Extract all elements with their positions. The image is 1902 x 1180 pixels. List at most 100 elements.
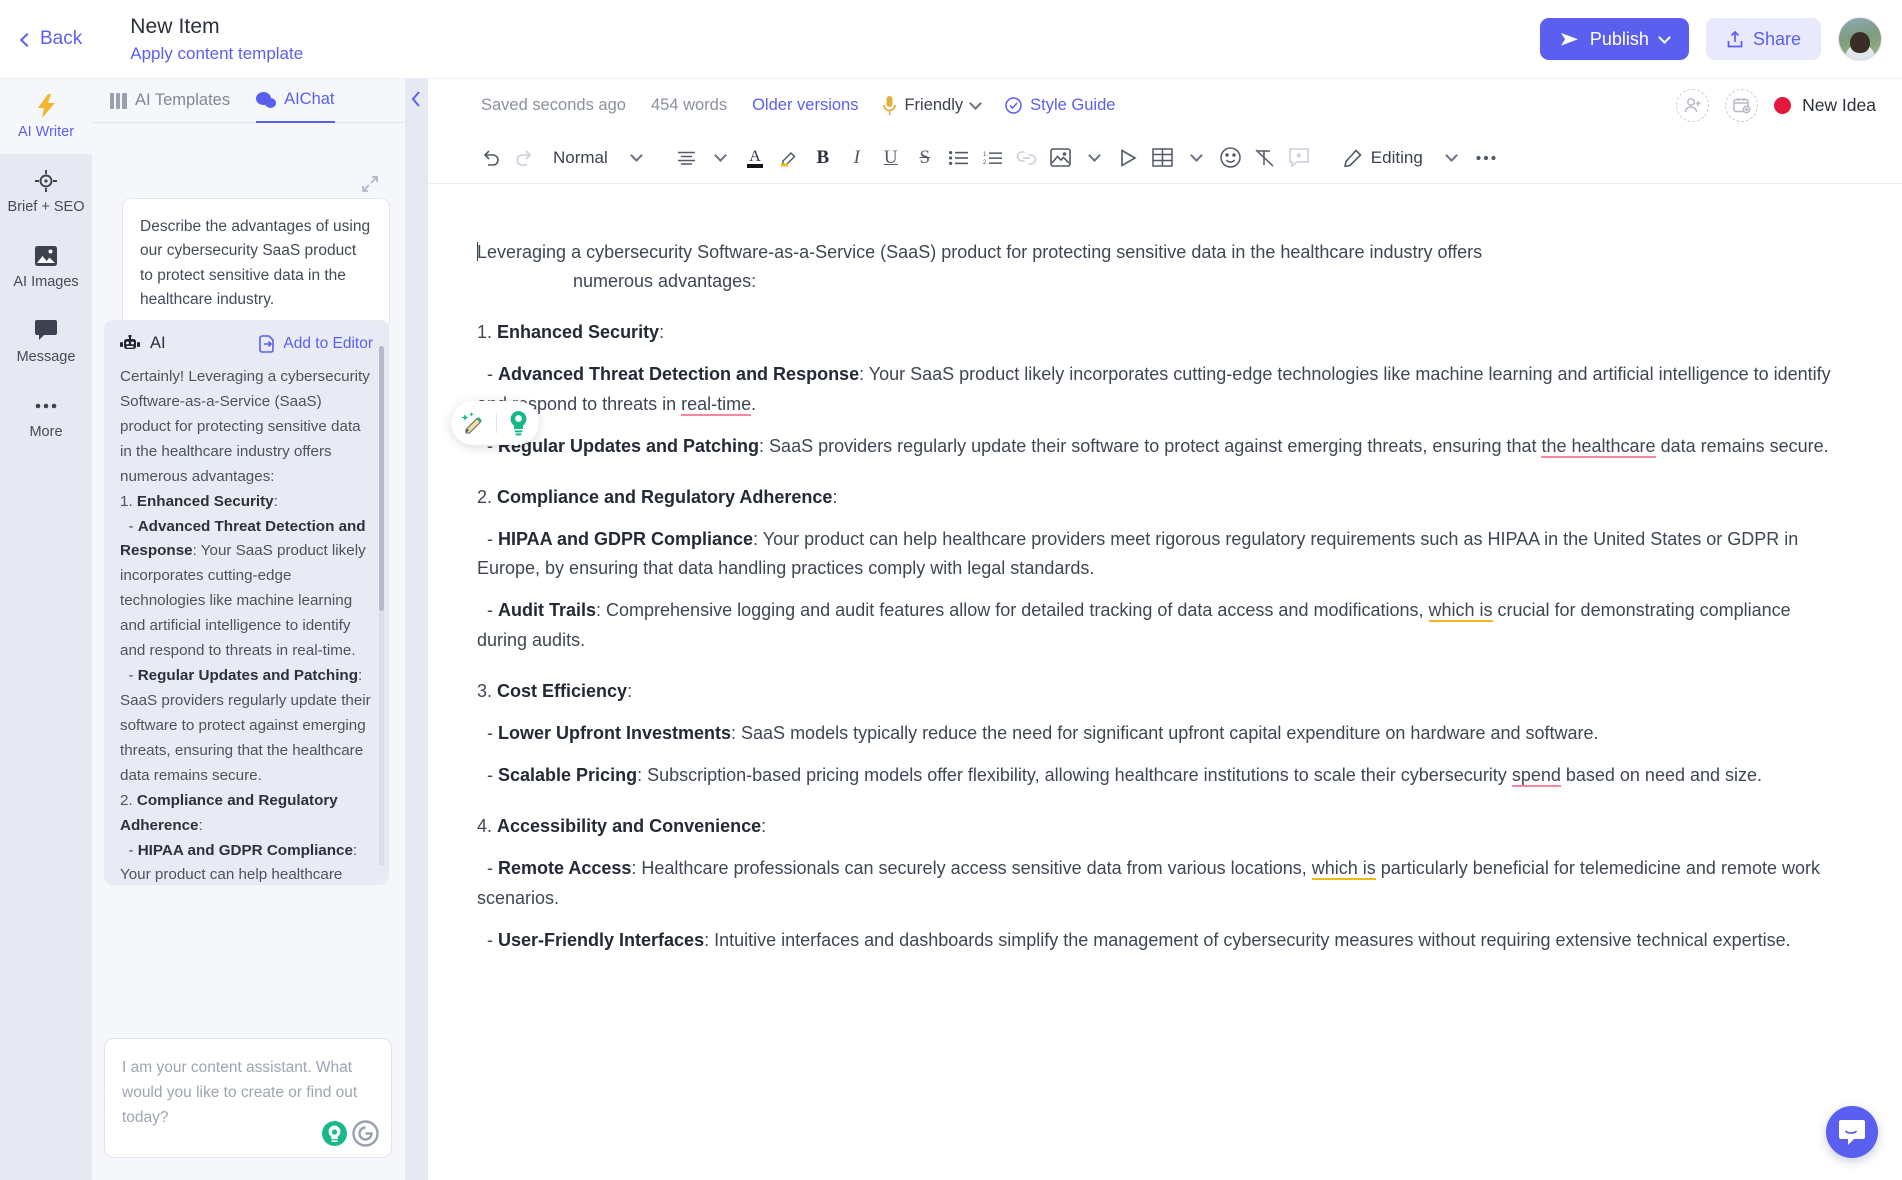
chat-input-box[interactable]: I am your content assistant. What would … <box>104 1038 392 1158</box>
rail-item-ai-writer[interactable]: AI Writer <box>0 79 92 154</box>
bullet-list-button[interactable] <box>942 141 976 175</box>
chevron-left-icon <box>19 32 35 47</box>
undo-button[interactable] <box>473 141 507 175</box>
grammarly-icon[interactable] <box>352 1120 379 1147</box>
align-button[interactable] <box>670 141 704 175</box>
chat-ai-item: 1. Enhanced Security: <box>120 492 278 510</box>
svg-text:A: A <box>749 148 761 165</box>
templates-icon <box>110 92 127 109</box>
editing-mode-button[interactable]: Editing <box>1332 141 1435 175</box>
schedule-button[interactable] <box>1725 89 1759 122</box>
grammar-bulb-icon[interactable] <box>506 410 531 436</box>
tab-ai-templates[interactable]: AI Templates <box>110 79 230 123</box>
svg-text:1: 1 <box>983 152 987 158</box>
rail-item-brief-seo[interactable]: Brief + SEO <box>0 154 92 229</box>
chat-ai-items: 1. Enhanced Security: - Advanced Threat … <box>120 490 373 885</box>
editor-status-bar: Saved seconds ago 454 words Older versio… <box>429 79 1902 132</box>
italic-button[interactable]: I <box>840 141 874 175</box>
back-button[interactable]: Back <box>19 28 82 50</box>
status-badge[interactable]: New Idea <box>1774 95 1876 116</box>
chat-ai-identity: AI <box>120 334 166 353</box>
document-body[interactable]: Leveraging a cybersecurity Software-as-a… <box>429 184 1902 955</box>
grammar-flag[interactable]: which is <box>1311 858 1376 881</box>
document-section-heading: 3. Cost Efficiency: <box>477 680 633 701</box>
document-canvas[interactable]: Leveraging a cybersecurity Software-as-a… <box>429 184 1902 1180</box>
svg-text:2: 2 <box>983 160 987 165</box>
left-rail: AI Writer Brief + SEO AI Images Message … <box>0 79 92 1180</box>
inline-ai-toolbar <box>451 401 539 445</box>
numbered-list-button[interactable]: 12 <box>976 141 1010 175</box>
tone-selector[interactable]: Friendly <box>883 95 983 116</box>
grammar-bulb-icon[interactable] <box>321 1120 348 1147</box>
paragraph-style-chevron[interactable] <box>620 141 654 175</box>
tab-aichat[interactable]: AIChat <box>256 79 335 123</box>
document-bullet: - Lower Upfront Investments: SaaS models… <box>477 722 1599 743</box>
robot-icon <box>120 334 140 349</box>
chevron-down-icon <box>1088 149 1102 162</box>
grammar-flag[interactable]: spend <box>1511 765 1561 788</box>
editor-toolbar: Normal A B I U S 12 Editing <box>429 132 1902 184</box>
style-guide-button[interactable]: Style Guide <box>1005 96 1115 115</box>
editing-mode-chevron[interactable] <box>1435 141 1469 175</box>
publish-label: Publish <box>1589 28 1649 49</box>
older-versions-link[interactable]: Older versions <box>752 96 858 115</box>
badge-check-icon <box>1005 97 1022 114</box>
editing-mode-label: Editing <box>1370 147 1423 167</box>
word-count: 454 words <box>650 96 728 114</box>
rail-item-more[interactable]: More <box>0 379 92 454</box>
document-bullet: - Regular Updates and Patching: SaaS pro… <box>477 435 1829 458</box>
chat-icon <box>35 319 57 343</box>
image-icon <box>35 244 57 268</box>
align-chevron[interactable] <box>704 141 738 175</box>
image-chevron[interactable] <box>1078 141 1112 175</box>
rail-item-ai-images[interactable]: AI Images <box>0 229 92 304</box>
upload-icon <box>1727 30 1743 47</box>
redo-button[interactable] <box>507 141 541 175</box>
ellipsis-icon <box>35 394 57 418</box>
toolbar-more-button[interactable] <box>1469 141 1503 175</box>
share-button[interactable]: Share <box>1705 18 1821 60</box>
chevron-down-icon <box>969 97 983 110</box>
tab-label: AIChat <box>284 90 335 108</box>
chat-ai-label: AI <box>150 334 166 352</box>
top-bar-actions: Publish Share <box>1539 17 1882 61</box>
grammar-flag[interactable]: the healthcare <box>1541 435 1656 458</box>
expand-icon[interactable] <box>362 176 378 192</box>
emoji-button[interactable] <box>1214 141 1248 175</box>
rail-item-message[interactable]: Message <box>0 304 92 379</box>
table-chevron[interactable] <box>1180 141 1214 175</box>
intercom-chat-icon <box>1839 1119 1865 1145</box>
grammar-flag[interactable]: real-time <box>681 393 752 416</box>
ai-pencil-icon[interactable] <box>459 409 487 437</box>
chat-ai-item: - HIPAA and GDPR Compliance: Your produc… <box>120 841 358 884</box>
add-to-editor-icon <box>259 334 275 353</box>
chat-scrollbar-thumb[interactable] <box>379 346 384 611</box>
chat-scrollbar[interactable] <box>379 346 384 866</box>
microphone-icon <box>883 95 897 115</box>
document-bullet: - Scalable Pricing: Subscription-based p… <box>477 765 1763 788</box>
apply-content-template-link[interactable]: Apply content template <box>130 44 303 64</box>
link-button[interactable] <box>1010 141 1044 175</box>
underline-button[interactable]: U <box>874 141 908 175</box>
publish-button[interactable]: Publish <box>1539 18 1689 60</box>
clear-format-button[interactable] <box>1248 141 1282 175</box>
page-title: New Item <box>130 15 220 39</box>
tab-label: AI Templates <box>135 91 231 109</box>
add-to-editor-button[interactable]: Add to Editor <box>259 335 373 353</box>
video-button[interactable] <box>1112 141 1146 175</box>
document-section-heading: 4. Accessibility and Convenience: <box>477 816 767 837</box>
highlight-button[interactable] <box>772 141 806 175</box>
bold-button[interactable]: B <box>806 141 840 175</box>
grammar-flag[interactable]: which is <box>1428 600 1493 623</box>
add-collaborator-button[interactable] <box>1676 89 1710 122</box>
strikethrough-button[interactable]: S <box>908 141 942 175</box>
table-button[interactable] <box>1146 141 1180 175</box>
font-color-button[interactable]: A <box>738 141 772 175</box>
status-badge-label: New Idea <box>1802 95 1876 115</box>
avatar[interactable] <box>1838 17 1882 61</box>
comment-button[interactable] <box>1282 141 1316 175</box>
image-button[interactable] <box>1044 141 1078 175</box>
paragraph-style-select[interactable]: Normal <box>541 141 620 175</box>
intercom-launcher[interactable] <box>1826 1106 1878 1158</box>
collapse-panel-button[interactable] <box>405 79 427 1180</box>
